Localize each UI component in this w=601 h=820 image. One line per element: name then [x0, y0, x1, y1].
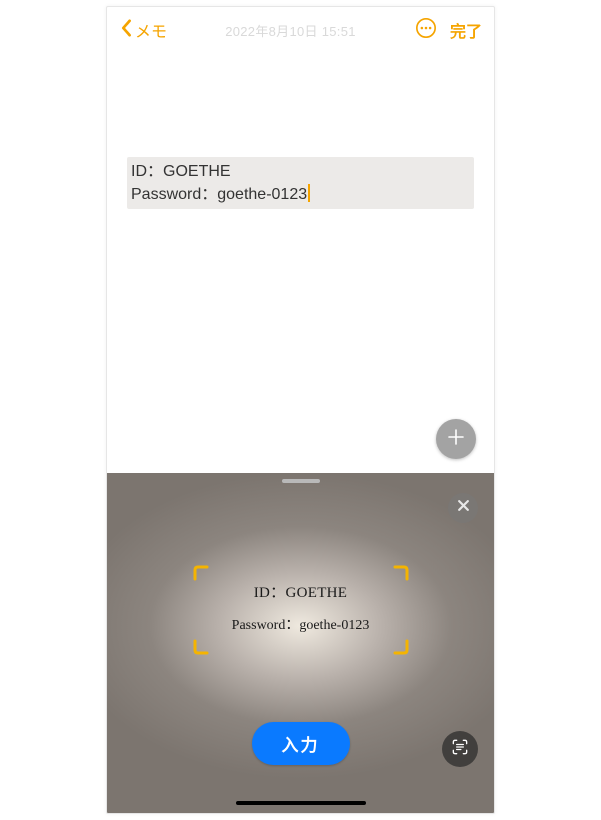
close-icon [457, 499, 470, 517]
note-timestamp: 2022年8月10日 15:51 [225, 21, 356, 40]
close-scanner-button[interactable] [448, 493, 478, 523]
add-attachment-button[interactable] [436, 419, 476, 459]
note-editor[interactable]: ID：GOETHE Password：goethe-0123 [107, 53, 494, 473]
scanned-text-preview: ID：GOETHE Password：goethe-0123 [193, 581, 409, 634]
back-label: メモ [135, 18, 167, 42]
viewfinder-corner-icon [193, 637, 211, 655]
note-line-2: Password：goethe-0123 [131, 186, 307, 203]
ellipsis-circle-icon [415, 17, 437, 44]
back-button[interactable]: メモ [119, 18, 167, 42]
plus-icon [447, 428, 465, 451]
scan-viewfinder: ID：GOETHE Password：goethe-0123 [193, 565, 409, 655]
home-indicator[interactable] [236, 801, 366, 805]
more-button[interactable] [414, 18, 438, 42]
insert-text-button[interactable]: 入力 [252, 722, 350, 765]
live-text-toggle-button[interactable] [442, 731, 478, 767]
live-text-icon [450, 737, 470, 762]
scanned-line-2: Password：goethe-0123 [193, 614, 409, 634]
sheet-grabber[interactable] [282, 479, 320, 483]
selected-text[interactable]: ID：GOETHE Password：goethe-0123 [127, 157, 474, 209]
text-cursor [308, 184, 310, 202]
viewfinder-corner-icon [391, 637, 409, 655]
chevron-left-icon [119, 19, 133, 42]
navigation-bar: メモ 2022年8月10日 15:51 完了 [107, 7, 494, 53]
note-line-1: ID：GOETHE [131, 163, 231, 180]
done-button[interactable]: 完了 [450, 18, 482, 42]
live-text-scanner-panel: ID：GOETHE Password：goethe-0123 入力 [107, 473, 494, 813]
scanned-line-1: ID：GOETHE [193, 581, 409, 602]
